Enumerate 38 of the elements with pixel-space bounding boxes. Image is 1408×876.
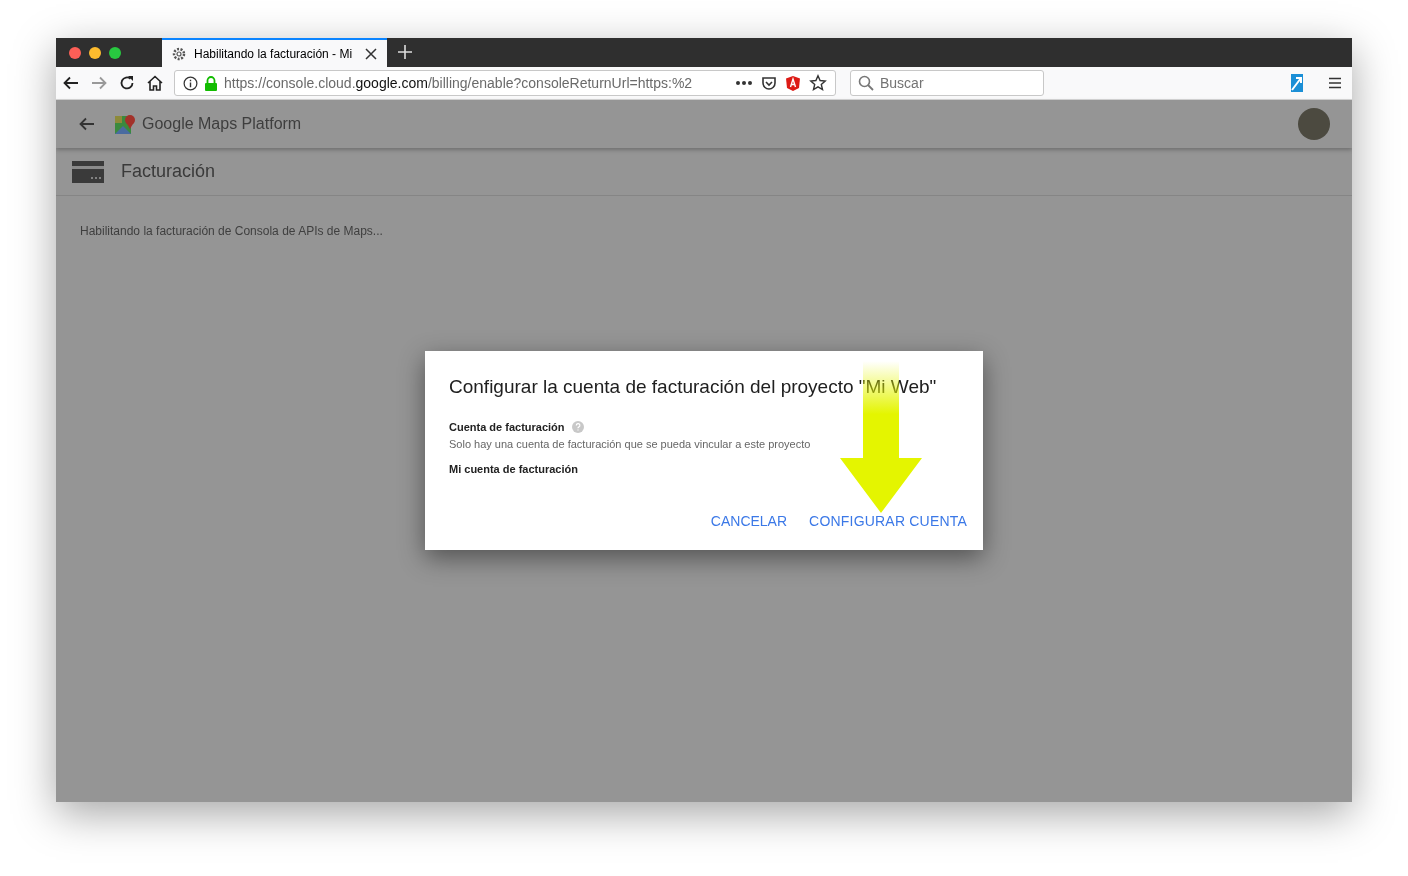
hint-text: Solo hay una cuenta de facturación que se pueda vincular a este proyecto (449, 437, 812, 452)
tab-title: Habilitando la facturación - Mi (194, 45, 354, 63)
minimize-window-button[interactable] (89, 46, 101, 59)
field-label: Cuenta de facturación (449, 419, 565, 435)
forward-icon[interactable] (90, 74, 108, 92)
gear-icon (172, 46, 186, 61)
lock-icon (204, 75, 218, 91)
close-icon[interactable] (365, 47, 377, 60)
maps-logo-icon (115, 113, 136, 135)
address-bar[interactable]: https://console.cloud.google.com/billing/enable?consoleReturnUrl=https:%2 (174, 70, 836, 96)
avatar[interactable] (1298, 108, 1330, 140)
url-text: /billing/enable?consoleReturnUrl=https:%2 (427, 73, 693, 93)
back-icon[interactable] (62, 74, 80, 92)
shield-icon[interactable] (785, 74, 801, 92)
search-field[interactable]: Buscar (880, 72, 1030, 94)
more-icon[interactable] (735, 80, 753, 86)
maximize-window-button[interactable] (109, 46, 121, 59)
home-icon[interactable] (146, 74, 164, 92)
star-icon[interactable] (809, 74, 827, 92)
menu-icon[interactable] (1328, 77, 1342, 89)
pocket-icon[interactable] (761, 75, 777, 91)
close-window-button[interactable] (69, 46, 81, 59)
credit-card-icon (72, 160, 104, 183)
status-text: Habilitando la facturación de Consola de APIs de Maps... (80, 224, 383, 238)
search-icon (858, 75, 874, 91)
app-title: Google Maps Platform (142, 114, 302, 134)
url-text: google.com (355, 73, 428, 93)
search-box[interactable]: Buscar (850, 70, 1044, 96)
new-tab-icon[interactable] (397, 44, 413, 60)
extension-icon[interactable] (1288, 73, 1306, 93)
url-text: https://console.cloud. (224, 73, 356, 93)
cancel-button[interactable]: CANCELAR (702, 505, 796, 538)
browser-tab[interactable]: Habilitando la facturación - Mi (162, 38, 387, 67)
configure-account-button[interactable]: CONFIGURAR CUENTA (801, 505, 975, 538)
reload-icon[interactable] (118, 74, 136, 92)
section-title: Facturación (121, 160, 216, 183)
info-icon[interactable] (183, 75, 198, 91)
billing-account-value: Mi cuenta de facturación (449, 461, 579, 477)
